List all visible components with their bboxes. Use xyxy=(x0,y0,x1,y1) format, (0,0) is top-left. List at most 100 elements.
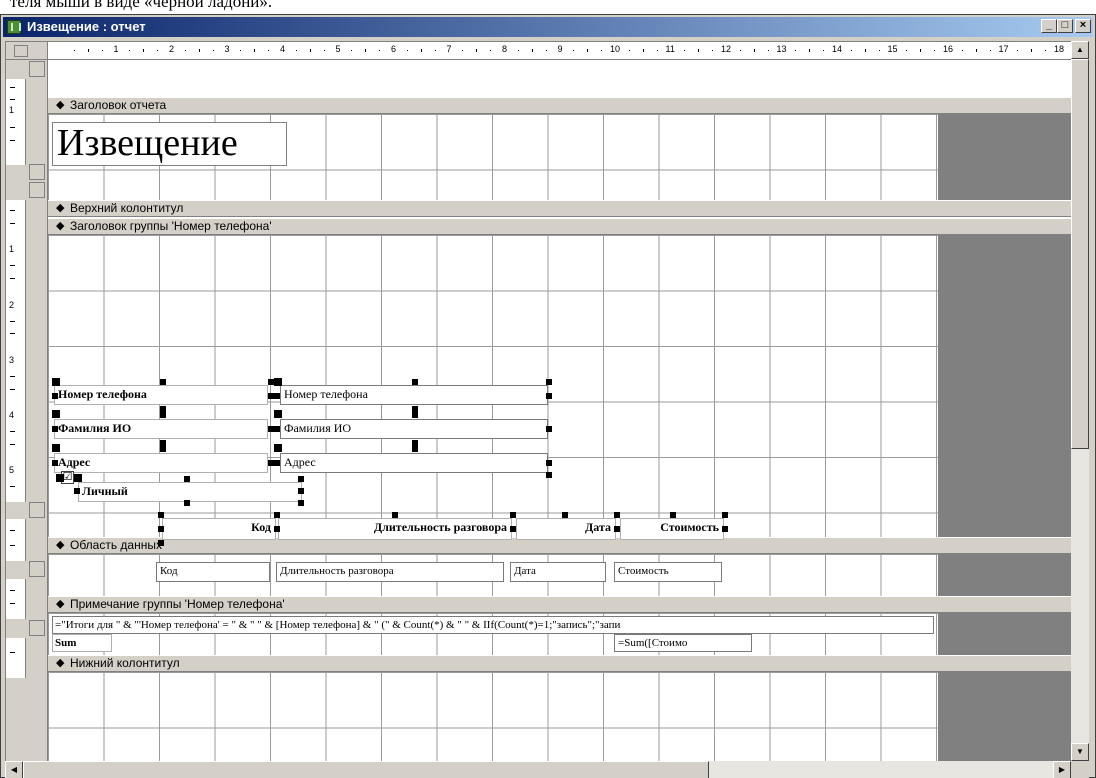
horizontal-scroll-thumb[interactable] xyxy=(23,761,709,778)
name-label[interactable]: Фамилия ИО xyxy=(54,419,268,439)
resize-handle[interactable] xyxy=(412,412,418,418)
section-page-header[interactable]: ◆ Верхний колонтитул xyxy=(48,200,1071,217)
resize-handle[interactable] xyxy=(562,512,568,518)
resize-handle[interactable] xyxy=(158,512,164,518)
minimize-button[interactable]: _ xyxy=(1041,19,1057,33)
vertical-scroll-thumb[interactable] xyxy=(1071,59,1089,449)
resize-handle[interactable] xyxy=(546,379,552,385)
detail-code-field[interactable]: Код xyxy=(156,562,270,582)
scroll-right-button[interactable]: ▶ xyxy=(1053,761,1071,778)
move-handle[interactable] xyxy=(56,474,64,482)
sum-cost-expression[interactable]: =Sum([Стоимо xyxy=(614,634,752,652)
resize-handle[interactable] xyxy=(74,488,80,494)
detail-date-field[interactable]: Дата xyxy=(510,562,606,582)
move-handle[interactable] xyxy=(274,410,282,418)
ruler-half-tick xyxy=(920,49,922,52)
vruler-tick xyxy=(10,210,15,211)
resize-handle[interactable] xyxy=(160,446,166,452)
section-selector-detail[interactable] xyxy=(29,502,45,518)
phone-label[interactable]: Номер телефона xyxy=(54,385,268,405)
design-surface: 1 2 3 4 5 6 7 8 9 10 11 12 13 14 15 16 17 18 1 1 2 3 4 xyxy=(5,41,1071,761)
move-handle[interactable] xyxy=(274,444,282,452)
page-footer-grid[interactable] xyxy=(48,672,938,761)
section-page-footer[interactable]: ◆ Нижний колонтитул xyxy=(48,655,1071,672)
ruler-dot xyxy=(823,50,825,51)
resize-handle[interactable] xyxy=(614,512,620,518)
section-selector-page-footer[interactable] xyxy=(29,620,45,636)
move-handle[interactable] xyxy=(274,378,282,386)
resize-handle[interactable] xyxy=(722,526,728,532)
resize-handle[interactable] xyxy=(274,393,280,399)
scroll-down-button[interactable]: ▼ xyxy=(1071,743,1089,761)
resize-handle[interactable] xyxy=(670,512,676,518)
resize-handle[interactable] xyxy=(546,460,552,466)
address-field[interactable]: Адрес xyxy=(280,453,548,473)
move-handle[interactable] xyxy=(52,410,60,418)
resize-handle[interactable] xyxy=(546,472,552,478)
name-field[interactable]: Фамилия ИО xyxy=(280,419,548,439)
section-selector-report-header[interactable] xyxy=(29,61,45,77)
detail-duration-field[interactable]: Длительность разговора xyxy=(276,562,504,582)
address-label[interactable]: Адрес xyxy=(54,453,268,473)
column-header-duration[interactable]: Длительность разговора xyxy=(278,518,512,540)
resize-handle[interactable] xyxy=(52,460,58,466)
resize-handle[interactable] xyxy=(614,526,620,532)
sum-label[interactable]: Sum xyxy=(52,634,112,652)
horizontal-scrollbar[interactable]: ◀ ▶ xyxy=(5,761,1071,778)
phone-field[interactable]: Номер телефона xyxy=(280,385,548,405)
resize-handle[interactable] xyxy=(510,526,516,532)
section-selector-group-header[interactable] xyxy=(29,182,45,198)
section-report-header[interactable]: ◆ Заголовок отчета xyxy=(48,97,1071,114)
resize-handle[interactable] xyxy=(158,526,164,532)
report-selector-box[interactable] xyxy=(14,45,28,57)
section-group-header[interactable]: ◆ Заголовок группы 'Номер телефона' xyxy=(48,218,1071,235)
column-header-date[interactable]: Дата xyxy=(516,518,616,540)
resize-handle[interactable] xyxy=(412,446,418,452)
resize-handle[interactable] xyxy=(52,426,58,432)
report-title-label[interactable]: Извещение xyxy=(52,122,287,166)
report-selector[interactable] xyxy=(6,42,48,60)
ruler-number: 7 xyxy=(446,44,452,54)
maximize-button[interactable]: □ xyxy=(1057,19,1073,33)
resize-handle[interactable] xyxy=(412,379,418,385)
vertical-ruler[interactable]: 1 1 2 3 4 5 xyxy=(6,60,26,761)
scroll-left-button[interactable]: ◀ xyxy=(5,761,23,778)
resize-handle[interactable] xyxy=(546,426,552,432)
close-button[interactable]: × xyxy=(1075,19,1091,33)
resize-handle[interactable] xyxy=(298,476,304,482)
resize-handle[interactable] xyxy=(298,488,304,494)
resize-handle[interactable] xyxy=(184,500,190,506)
title-bar[interactable]: Извещение : отчет _ □ × xyxy=(3,17,1093,37)
private-checkbox-label[interactable]: Личный xyxy=(78,482,302,502)
resize-handle[interactable] xyxy=(158,540,164,546)
resize-handle[interactable] xyxy=(160,412,166,418)
resize-handle[interactable] xyxy=(546,393,552,399)
column-header-cost[interactable]: Стоимость xyxy=(620,518,724,540)
move-handle[interactable] xyxy=(52,444,60,452)
resize-handle[interactable] xyxy=(274,426,280,432)
resize-handle[interactable] xyxy=(274,460,280,466)
resize-handle[interactable] xyxy=(160,379,166,385)
move-handle[interactable] xyxy=(74,474,82,482)
vertical-scrollbar[interactable]: ▲ ▼ xyxy=(1071,41,1089,761)
section-selector-group-footer[interactable] xyxy=(29,561,45,577)
move-handle[interactable] xyxy=(52,378,60,386)
resize-handle[interactable] xyxy=(52,393,58,399)
column-header-code[interactable]: Код xyxy=(162,518,276,540)
resize-handle[interactable] xyxy=(184,476,190,482)
section-group-footer[interactable]: ◆ Примечание группы 'Номер телефона' xyxy=(48,596,1071,613)
resize-handle[interactable] xyxy=(722,512,728,518)
group-footer-summary-expression[interactable]: ="Итоги для " & "'Номер телефона' = " & … xyxy=(52,616,934,634)
ruler-dot xyxy=(878,50,880,51)
resize-handle[interactable] xyxy=(274,526,280,532)
section-selector-page-header[interactable] xyxy=(29,164,45,180)
scroll-up-button[interactable]: ▲ xyxy=(1071,41,1089,59)
resize-handle[interactable] xyxy=(298,500,304,506)
resize-handle[interactable] xyxy=(392,512,398,518)
horizontal-ruler[interactable]: 1 2 3 4 5 6 7 8 9 10 11 12 13 14 15 16 17 18 xyxy=(48,42,1071,60)
ruler-dot xyxy=(573,50,575,51)
detail-cost-field[interactable]: Стоимость xyxy=(614,562,722,582)
size-grip[interactable] xyxy=(1071,761,1089,778)
resize-handle[interactable] xyxy=(510,512,516,518)
resize-handle[interactable] xyxy=(274,512,280,518)
